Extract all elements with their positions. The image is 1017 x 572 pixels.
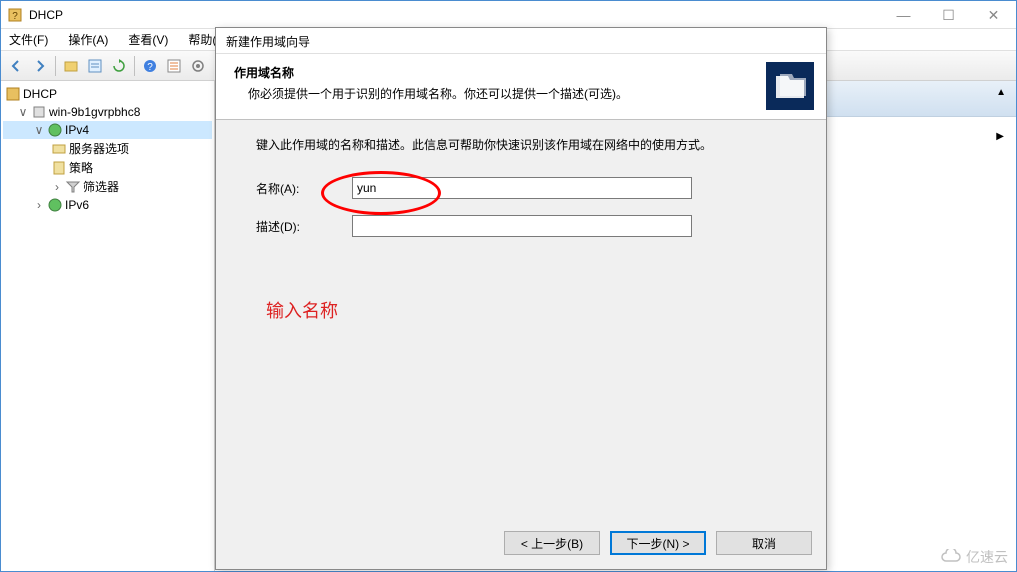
tree-ipv4-label: IPv4 xyxy=(65,123,89,137)
header-subtitle: 你必须提供一个用于识别的作用域名称。你还可以提供一个描述(可选)。 xyxy=(248,85,808,102)
dialog-footer: < 上一步(B) 下一步(N) > 取消 xyxy=(504,531,812,555)
dhcp-icon xyxy=(5,86,21,102)
name-label: 名称(A): xyxy=(256,180,352,197)
main-window: ? DHCP — ☐ ✕ 文件(F) 操作(A) 查看(V) 帮助(H) ? xyxy=(0,0,1017,572)
desc-row: 描述(D): xyxy=(256,215,786,237)
tree-server-options-label: 服务器选项 xyxy=(69,140,129,157)
ipv4-icon xyxy=(47,122,63,138)
close-button[interactable]: ✕ xyxy=(971,1,1016,29)
next-button[interactable]: 下一步(N) > xyxy=(610,531,706,555)
annotation-text: 输入名称 xyxy=(266,297,786,323)
tree-ipv6-label: IPv6 xyxy=(65,198,89,212)
help-icon[interactable]: ? xyxy=(139,55,161,77)
ipv6-icon xyxy=(47,197,63,213)
tree-root-dhcp[interactable]: DHCP xyxy=(3,85,212,103)
tree-ipv4[interactable]: ∨ IPv4 xyxy=(3,121,212,139)
options-icon xyxy=(51,141,67,157)
tree-panel: DHCP ∨ win-9b1gvrpbhc8 ∨ IPv4 服务器选项 策略 xyxy=(1,81,215,571)
dhcp-app-icon: ? xyxy=(7,7,23,23)
titlebar: ? DHCP — ☐ ✕ xyxy=(1,1,1016,29)
tree-server-label: win-9b1gvrpbhc8 xyxy=(49,105,140,119)
window-controls: — ☐ ✕ xyxy=(881,1,1016,29)
scope-folder-icon xyxy=(766,62,814,110)
watermark-text: 亿速云 xyxy=(966,547,1008,567)
chevron-right-icon[interactable]: ▶ xyxy=(996,131,1004,142)
menu-action[interactable]: 操作(A) xyxy=(64,29,112,50)
back-icon[interactable] xyxy=(5,55,27,77)
tree-server-options[interactable]: 服务器选项 xyxy=(3,139,212,158)
tree-root-label: DHCP xyxy=(23,87,57,101)
cancel-button[interactable]: 取消 xyxy=(716,531,812,555)
folder-icon[interactable] xyxy=(60,55,82,77)
tree-filters[interactable]: › 筛选器 xyxy=(3,177,212,196)
tree-policies-label: 策略 xyxy=(69,159,93,176)
desc-label: 描述(D): xyxy=(256,218,352,235)
dialog-header: 作用域名称 你必须提供一个用于识别的作用域名称。你还可以提供一个描述(可选)。 xyxy=(216,54,826,120)
tree-server[interactable]: ∨ win-9b1gvrpbhc8 xyxy=(3,103,212,121)
cloud-icon xyxy=(940,549,962,565)
maximize-button[interactable]: ☐ xyxy=(926,1,971,29)
back-button[interactable]: < 上一步(B) xyxy=(504,531,600,555)
forward-icon[interactable] xyxy=(29,55,51,77)
name-row: 名称(A): xyxy=(256,177,786,199)
server-icon xyxy=(31,104,47,120)
collapse-icon[interactable]: ∨ xyxy=(17,105,29,119)
filter-icon xyxy=(65,179,81,195)
tree-policies[interactable]: 策略 xyxy=(3,158,212,177)
tree-ipv6[interactable]: › IPv6 xyxy=(3,196,212,214)
settings-icon[interactable] xyxy=(187,55,209,77)
expand-icon[interactable]: › xyxy=(33,198,45,212)
svg-text:?: ? xyxy=(147,62,153,73)
menu-view[interactable]: 查看(V) xyxy=(124,29,172,50)
list-icon[interactable] xyxy=(163,55,185,77)
tree-filters-label: 筛选器 xyxy=(83,178,119,195)
new-scope-wizard-dialog: 新建作用域向导 作用域名称 你必须提供一个用于识别的作用域名称。你还可以提供一个… xyxy=(215,27,827,570)
desc-input[interactable] xyxy=(352,215,692,237)
minimize-button[interactable]: — xyxy=(881,1,926,29)
dialog-title: 新建作用域向导 xyxy=(216,28,826,54)
header-title: 作用域名称 xyxy=(234,64,808,81)
window-title: DHCP xyxy=(29,8,63,22)
instruction-text: 键入此作用域的名称和描述。此信息可帮助你快速识别该作用域在网络中的使用方式。 xyxy=(256,136,786,153)
menu-file[interactable]: 文件(F) xyxy=(5,29,52,50)
chevron-up-icon[interactable]: ▲ xyxy=(996,87,1006,98)
refresh-icon[interactable] xyxy=(108,55,130,77)
collapse-icon[interactable]: ∨ xyxy=(33,123,45,137)
expand-icon[interactable]: › xyxy=(51,180,63,194)
detail-icon[interactable] xyxy=(84,55,106,77)
policy-icon xyxy=(51,160,67,176)
dialog-body: 键入此作用域的名称和描述。此信息可帮助你快速识别该作用域在网络中的使用方式。 名… xyxy=(216,120,826,339)
watermark: 亿速云 xyxy=(940,547,1008,567)
name-input[interactable] xyxy=(352,177,692,199)
svg-text:?: ? xyxy=(12,11,18,22)
